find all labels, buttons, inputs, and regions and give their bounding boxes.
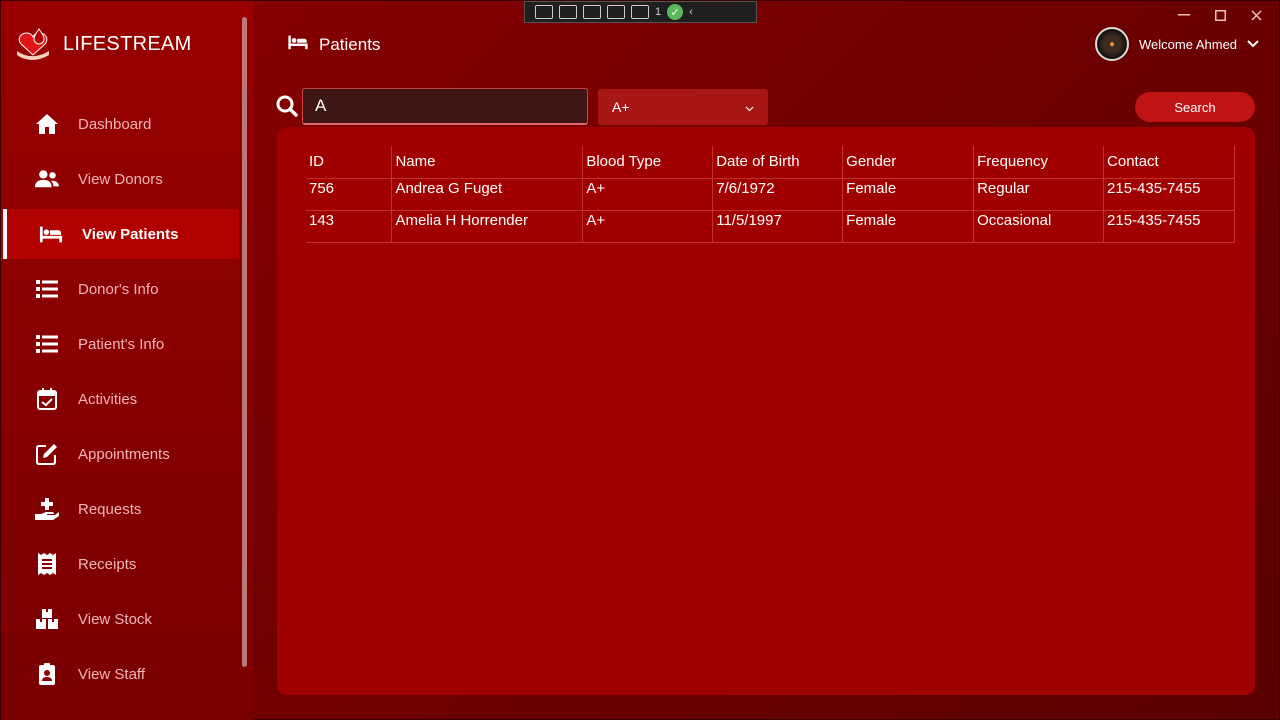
table-cell: 215-435-7455 — [1103, 178, 1235, 211]
patients-table-panel: ID Name Blood Type Date of Birth Gender … — [277, 127, 1255, 695]
table-cell: Andrea G Fuget — [391, 178, 584, 211]
blood-type-value: A+ — [612, 99, 630, 115]
sidebar-item-donors-info[interactable]: Donor's Info — [1, 264, 239, 314]
app-window: LIFESTREAM Dashboard View Donors View Pa… — [0, 0, 1280, 720]
sidebar-item-label: Receipts — [78, 555, 137, 573]
sidebar-item-label: Dashboard — [78, 115, 152, 133]
sidebar-item-view-staff[interactable]: View Staff — [1, 649, 239, 699]
id-badge-icon — [35, 662, 59, 686]
sidebar-item-label: Activities — [78, 390, 138, 408]
calendar-check-icon — [35, 387, 59, 411]
sidebar-item-label: Appointments — [78, 445, 170, 463]
frame-icon[interactable] — [607, 5, 625, 19]
blood-drop-logo-icon — [15, 27, 53, 61]
sidebar-item-view-patients[interactable]: View Patients — [1, 209, 239, 259]
bed-icon — [39, 222, 63, 246]
table-row[interactable]: 756 Andrea G Fuget A+ 7/6/1972 Female Re… — [306, 178, 1235, 211]
sidebar-item-label: View Donors — [78, 170, 163, 188]
blood-type-select[interactable]: A+ — [598, 89, 768, 125]
page-header: Patients — [287, 34, 380, 55]
debug-toolbar: 1 ✓ ‹ — [524, 1, 757, 23]
sidebar-item-dashboard[interactable]: Dashboard — [1, 99, 239, 149]
sidebar-item-label: View Stock — [78, 610, 152, 628]
edit-icon — [35, 442, 59, 466]
sidebar-item-view-donors[interactable]: View Donors — [1, 154, 239, 204]
sidebar-item-label: Donor's Info — [78, 280, 159, 298]
sidebar-item-label: View Staff — [78, 665, 145, 683]
table-cell: A+ — [582, 178, 714, 211]
chevron-down-icon — [745, 99, 754, 115]
users-icon — [35, 167, 59, 191]
sidebar-item-patients-info[interactable]: Patient's Info — [1, 319, 239, 369]
patients-table: ID Name Blood Type Date of Birth Gender … — [306, 146, 1235, 243]
window-controls — [1175, 7, 1265, 23]
column-header[interactable]: Name — [391, 146, 584, 179]
chevron-down-icon[interactable] — [1247, 35, 1259, 53]
column-header[interactable]: Contact — [1103, 146, 1235, 179]
camera-icon[interactable] — [559, 5, 577, 19]
home-icon — [35, 112, 59, 136]
sidebar-item-activities[interactable]: Activities — [1, 374, 239, 424]
list-icon — [35, 277, 59, 301]
table-cell: 11/5/1997 — [712, 210, 844, 243]
search-button[interactable]: Search — [1135, 92, 1255, 122]
pointer-icon[interactable] — [583, 5, 601, 19]
focus-icon[interactable] — [631, 5, 649, 19]
list-icon — [35, 332, 59, 356]
collapse-icon[interactable]: ‹ — [689, 6, 693, 18]
table-cell: 7/6/1972 — [712, 178, 844, 211]
bed-icon — [287, 34, 309, 55]
minimize-icon[interactable] — [1175, 7, 1193, 23]
column-header[interactable]: Frequency — [973, 146, 1105, 179]
table-cell: 143 — [306, 210, 393, 243]
table-cell: 756 — [306, 178, 393, 211]
avatar: ● — [1095, 27, 1129, 61]
sidebar: LIFESTREAM Dashboard View Donors View Pa… — [1, 1, 253, 720]
maximize-icon[interactable] — [1211, 7, 1229, 23]
welcome-text: Welcome Ahmed — [1139, 36, 1238, 52]
table-cell: Female — [842, 210, 975, 243]
app-title: LIFESTREAM — [63, 32, 192, 55]
column-header[interactable]: Blood Type — [582, 146, 714, 179]
table-cell: 215-435-7455 — [1103, 210, 1235, 243]
search-icon — [276, 95, 298, 122]
column-header[interactable]: Gender — [842, 146, 975, 179]
sidebar-item-label: View Patients — [82, 225, 179, 243]
search-input[interactable] — [302, 88, 588, 125]
sidebar-item-requests[interactable]: Requests — [1, 484, 239, 534]
column-header[interactable]: Date of Birth — [712, 146, 844, 179]
user-menu[interactable]: ● Welcome Ahmed — [1095, 27, 1259, 61]
sidebar-item-view-stock[interactable]: View Stock — [1, 594, 239, 644]
select-element-icon[interactable] — [535, 5, 553, 19]
sidebar-item-appointments[interactable]: Appointments — [1, 429, 239, 479]
sidebar-nav: Dashboard View Donors View Patients Dono… — [1, 99, 239, 704]
hand-medical-icon — [35, 497, 59, 521]
sidebar-item-label: Patient's Info — [78, 335, 165, 353]
column-header[interactable]: ID — [306, 146, 393, 179]
receipt-icon — [35, 552, 59, 576]
table-row[interactable]: 143 Amelia H Horrender A+ 11/5/1997 Fema… — [306, 210, 1235, 243]
logo: LIFESTREAM — [15, 27, 192, 61]
table-cell: Regular — [973, 178, 1105, 211]
close-icon[interactable] — [1247, 7, 1265, 23]
table-cell: A+ — [582, 210, 714, 243]
table-header-row: ID Name Blood Type Date of Birth Gender … — [306, 146, 1235, 179]
check-icon[interactable]: ✓ — [667, 4, 684, 20]
binding-failures-counter[interactable]: 1 — [655, 6, 661, 18]
sidebar-item-label: Requests — [78, 500, 142, 518]
sidebar-item-receipts[interactable]: Receipts — [1, 539, 239, 589]
boxes-icon — [35, 607, 59, 631]
table-cell: Female — [842, 178, 975, 211]
table-cell: Occasional — [973, 210, 1105, 243]
table-cell: Amelia H Horrender — [391, 210, 584, 243]
page-title: Patients — [319, 34, 381, 54]
sidebar-scrollbar[interactable] — [242, 17, 247, 667]
